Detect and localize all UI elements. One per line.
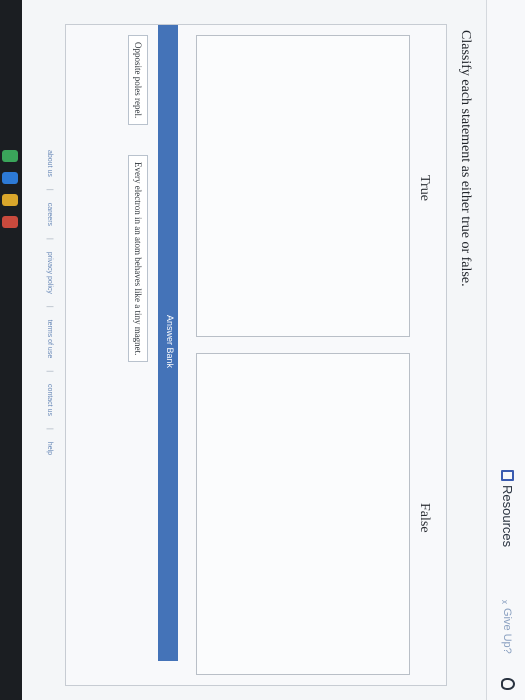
dock-icon bbox=[2, 172, 18, 184]
dock-icon bbox=[2, 194, 18, 206]
footer-links: about us | careers | privacy policy | te… bbox=[46, 150, 53, 455]
answer-chip[interactable]: Every electron in an atom behaves like a… bbox=[128, 155, 148, 363]
true-heading: True bbox=[417, 175, 432, 201]
give-up-label: Give Up? bbox=[501, 607, 513, 654]
footer-divider: | bbox=[46, 370, 53, 373]
question-prompt: Classify each statement as either true o… bbox=[458, 30, 473, 287]
footer-divider: | bbox=[46, 427, 53, 430]
footer-link-careers[interactable]: careers bbox=[46, 203, 53, 226]
true-drop-zone[interactable] bbox=[196, 35, 410, 337]
false-heading: False bbox=[417, 503, 432, 533]
answer-bank-title: Answer Bank bbox=[165, 315, 175, 369]
footer-divider: | bbox=[46, 305, 53, 308]
browser-screen: Resources ₓ Give Up? Classify each state… bbox=[22, 0, 525, 700]
false-drop-zone[interactable] bbox=[196, 353, 410, 675]
dock-icon bbox=[2, 150, 18, 162]
lightbulb-icon[interactable] bbox=[501, 678, 515, 690]
footer-divider: | bbox=[46, 188, 53, 191]
device-bezel bbox=[0, 0, 22, 700]
footer-link-contact[interactable]: contact us bbox=[46, 384, 53, 416]
footer-link-help[interactable]: help bbox=[46, 442, 53, 455]
give-up-button[interactable]: ₓ Give Up? bbox=[500, 600, 514, 654]
answer-chip[interactable]: Opposite poles repel. bbox=[128, 35, 148, 126]
resources-label: Resources bbox=[500, 485, 515, 548]
top-toolbar: Resources ₓ Give Up? bbox=[486, 0, 525, 700]
footer-link-about[interactable]: about us bbox=[46, 150, 53, 177]
classification-card: True False Answer Bank Opposite poles re… bbox=[65, 24, 447, 686]
give-up-icon: ₓ bbox=[500, 600, 514, 604]
resources-button[interactable]: Resources bbox=[500, 470, 515, 547]
dock-icon bbox=[2, 216, 18, 228]
rotated-page: Resources ₓ Give Up? Classify each state… bbox=[22, 0, 525, 700]
footer-link-terms[interactable]: terms of use bbox=[46, 320, 53, 359]
footer-divider: | bbox=[46, 238, 53, 240]
resources-icon bbox=[501, 470, 514, 481]
footer-link-privacy[interactable]: privacy policy bbox=[46, 252, 53, 294]
answer-bank-header: Answer Bank bbox=[158, 25, 178, 661]
